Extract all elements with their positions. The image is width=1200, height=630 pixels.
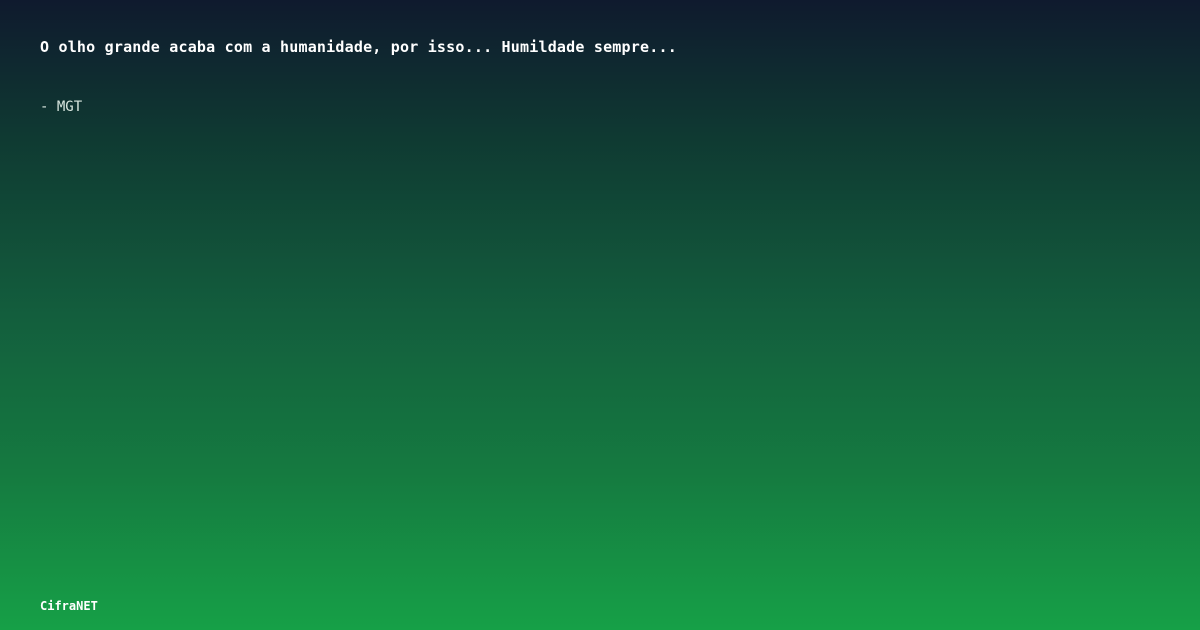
quote-card: O olho grande acaba com a humanidade, po… [0, 0, 1200, 630]
quote-author: - MGT [40, 99, 83, 115]
brand-logo: CifraNET [40, 599, 98, 613]
quote-text: O olho grande acaba com a humanidade, po… [40, 38, 677, 56]
